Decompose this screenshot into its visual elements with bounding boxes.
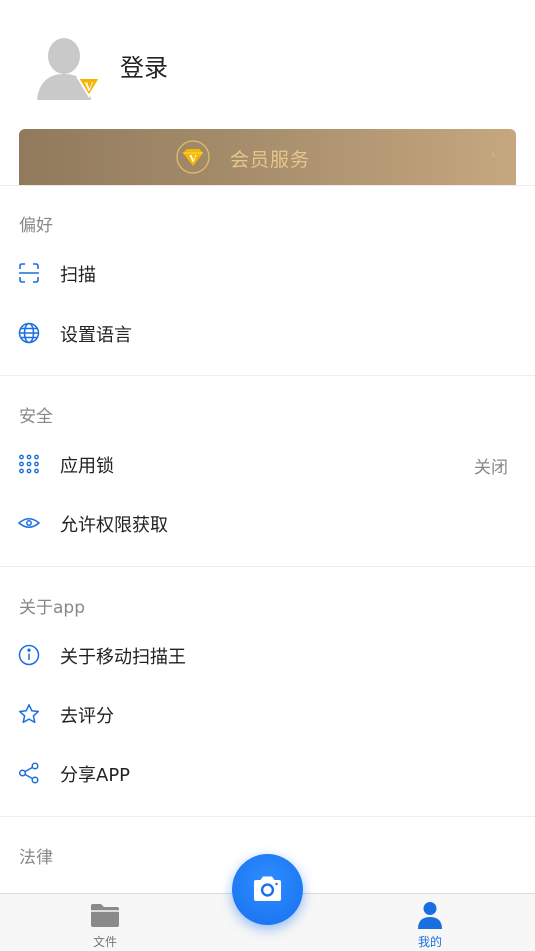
menu-item-scan[interactable]: 扫描 [0,248,535,298]
share-icon [18,762,40,784]
menu-item-share[interactable]: 分享APP [0,748,535,798]
svg-text:V: V [189,153,197,165]
menu-item-about[interactable]: 关于移动扫描王 [0,630,535,680]
menu-item-app-lock[interactable]: 应用锁 关闭 [0,439,535,489]
eye-icon [17,512,41,534]
vip-service-label: 会员服务 [230,149,311,171]
menu-item-label: 分享APP [60,765,131,786]
section-title-preferences: 偏好 [19,216,53,236]
divider [0,566,535,567]
section-title-legal: 法律 [19,848,53,868]
folder-icon [90,900,120,930]
vip-diamond-icon: V [176,140,210,174]
scan-icon [18,262,40,284]
menu-item-rate[interactable]: 去评分 [0,689,535,739]
person-icon [415,900,445,930]
section-title-about: 关于app [19,598,85,618]
tab-files[interactable]: 文件 [65,894,145,951]
profile-header[interactable]: V 登录 [0,0,535,130]
login-label[interactable]: 登录 [120,48,168,83]
globe-icon [18,322,40,344]
menu-item-label: 扫描 [60,265,96,286]
divider [0,816,535,817]
tab-mine-label: 我的 [417,935,442,949]
chevron-right-icon: › [490,147,496,163]
app-lock-status: 关闭 [474,458,508,478]
menu-item-label: 去评分 [60,706,114,727]
tab-mine[interactable]: 我的 [390,894,470,951]
section-title-security: 安全 [19,407,53,427]
avatar-icon[interactable]: V [33,36,103,102]
menu-item-language[interactable]: 设置语言 [0,308,535,358]
vip-service-banner[interactable]: V 会员服务 › [19,129,516,185]
info-icon [18,644,40,666]
keypad-icon [18,453,40,475]
menu-item-label: 应用锁 [60,456,114,477]
star-icon [18,703,40,725]
camera-icon [254,876,281,901]
menu-item-label: 设置语言 [60,325,132,346]
svg-text:V: V [84,79,94,94]
divider [0,375,535,376]
tab-files-label: 文件 [92,935,117,949]
menu-item-label: 关于移动扫描王 [60,647,186,668]
divider [0,185,535,186]
menu-item-permissions[interactable]: 允许权限获取 [0,498,535,548]
camera-button[interactable] [232,854,303,925]
menu-item-label: 允许权限获取 [60,515,168,536]
